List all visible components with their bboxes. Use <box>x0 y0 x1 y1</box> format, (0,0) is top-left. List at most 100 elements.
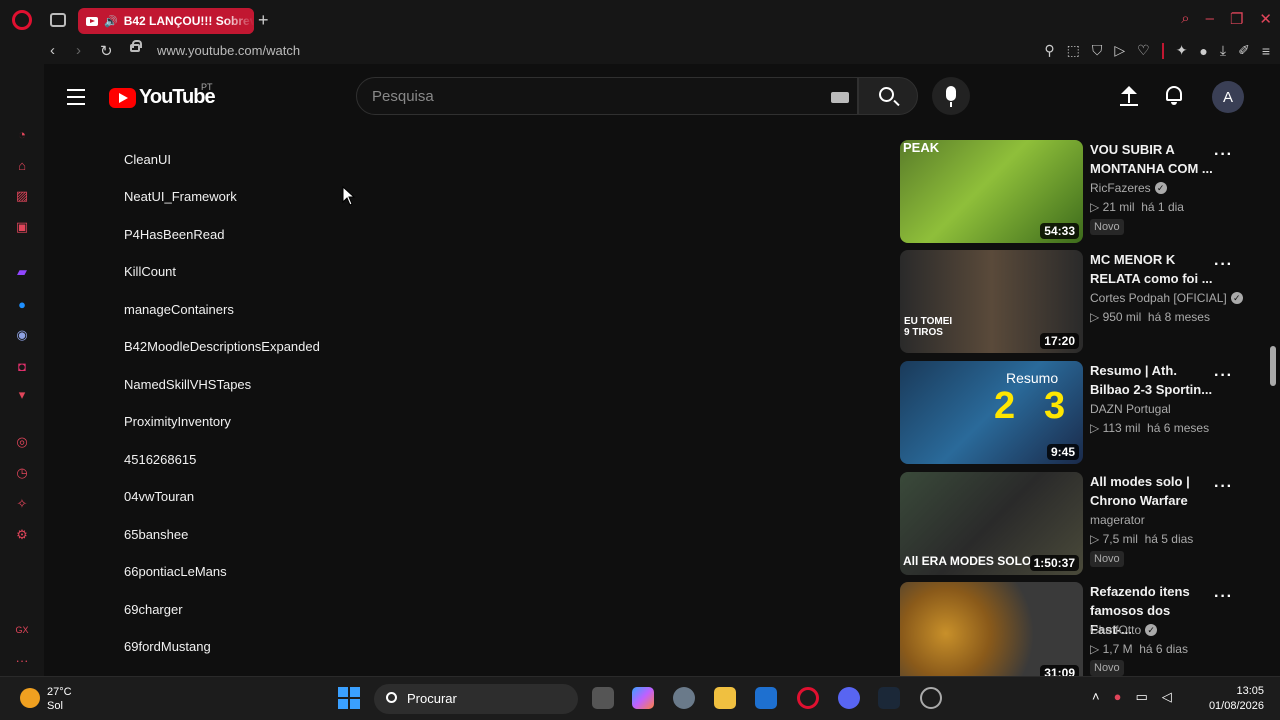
video-thumbnail[interactable]: PEAK 54:33 <box>900 140 1083 243</box>
views: 7,5 mil <box>1102 532 1138 546</box>
discord-icon[interactable]: ◉ <box>14 327 30 343</box>
settings-icon[interactable]: ⚙ <box>14 527 30 543</box>
scrollbar-thumb[interactable] <box>1270 346 1276 386</box>
audio-playing-icon[interactable]: 🔊 <box>104 15 118 28</box>
maximize-icon[interactable]: ❐ <box>1230 10 1243 28</box>
forward-icon[interactable]: › <box>76 42 81 59</box>
youtube-logo[interactable]: YouTube PT <box>109 82 216 109</box>
recommended-video[interactable]: All ERA MODES SOLO 1:50:37 All modes sol… <box>900 472 1250 575</box>
recommended-video[interactable]: Resumo 2 3 9:45 Resumo | Ath. Bilbao 2-3… <box>900 361 1250 464</box>
heart-icon[interactable]: ♡ <box>1137 42 1150 59</box>
upload-icon[interactable] <box>1118 84 1140 108</box>
youtube-play-icon <box>109 87 136 108</box>
video-title[interactable]: Resumo | Ath. Bilbao 2-3 Sportin... <box>1090 361 1214 399</box>
recommended-video[interactable]: PEAK 54:33 VOU SUBIR A MONTANHA COM ... … <box>900 140 1250 243</box>
snapshot-icon[interactable]: ⬚ <box>1067 42 1080 59</box>
extensions-icon[interactable]: ✦ <box>1176 42 1188 59</box>
recommended-video[interactable]: 31:09 Refazendo itens famosos dos Fast-.… <box>900 582 1250 676</box>
hamburger-menu-icon[interactable] <box>67 89 85 110</box>
task-view-icon[interactable] <box>592 687 614 709</box>
notifications-bell-icon[interactable] <box>1164 84 1184 106</box>
shopping-icon[interactable]: ⌂ <box>14 157 30 173</box>
volume-icon[interactable]: ◁ <box>1162 689 1172 705</box>
video-title[interactable]: MC MENOR K RELATA como foi ... <box>1090 250 1214 288</box>
opera-gx-taskbar-icon[interactable] <box>797 687 819 709</box>
copilot-icon[interactable] <box>632 687 654 709</box>
more-options-icon[interactable]: ··· <box>1214 146 1233 164</box>
clock[interactable]: 13:05 01/08/2026 <box>1204 684 1264 714</box>
recommended-video[interactable]: EU TOMEI 9 TIROS 17:20 MC MENOR K RELATA… <box>900 250 1250 353</box>
avatar[interactable]: A <box>1212 81 1244 113</box>
network-icon[interactable]: ▭ <box>1135 689 1147 705</box>
start-icon[interactable] <box>338 687 360 709</box>
more-options-icon[interactable]: ··· <box>1214 478 1233 496</box>
extensions-sidebar-icon[interactable]: ✧ <box>14 496 30 512</box>
download-icon[interactable]: ⤓ <box>1220 42 1226 59</box>
voice-search-button[interactable] <box>932 77 970 115</box>
shield-icon[interactable]: ⛉ <box>1092 42 1103 59</box>
menu-icon[interactable]: ≡ <box>1262 43 1270 59</box>
back-icon[interactable]: ‹ <box>50 42 55 59</box>
minimize-icon[interactable]: – <box>1206 10 1214 28</box>
mail-icon[interactable] <box>755 687 777 709</box>
workspace-icon[interactable] <box>50 13 66 27</box>
pin-icon[interactable]: ⚲ <box>1044 42 1054 59</box>
sun-icon[interactable] <box>20 688 40 708</box>
new-tab-button[interactable]: + <box>258 10 269 31</box>
more-options-icon[interactable]: ··· <box>1214 367 1233 385</box>
channel-name[interactable]: CheffOtto ✓ <box>1090 623 1158 637</box>
opera-sidebar: ◔ ⌂ ▨ ▣ ▰ ● ◉ ◘ ▾ ◎ ◷ ✧ ⚙ GX ··· <box>0 64 44 676</box>
settings-app-icon[interactable] <box>673 687 695 709</box>
instagram-icon[interactable]: ◘ <box>14 358 30 374</box>
browser-tab[interactable]: 🔊 B42 LANÇOU!!! Sobrevi <box>78 8 254 34</box>
url-field[interactable]: www.youtube.com/watch <box>157 43 300 58</box>
opera-logo-icon[interactable] <box>12 10 32 30</box>
page-scrollbar[interactable] <box>1268 70 1278 674</box>
video-thumbnail[interactable]: 31:09 <box>900 582 1083 676</box>
profile-icon[interactable]: ● <box>1199 43 1207 59</box>
microphone-tray-icon[interactable]: ● <box>1114 689 1122 705</box>
weather-widget[interactable]: 27°C Sol <box>47 685 72 713</box>
gx-icon[interactable]: GX <box>14 622 30 638</box>
video-title[interactable]: All modes solo | Chrono Warfare <box>1090 472 1214 510</box>
channel-name[interactable]: magerator <box>1090 513 1145 527</box>
list-item: 4516268615 <box>124 452 197 467</box>
score-right: 3 <box>1044 385 1066 427</box>
player-icon[interactable]: ◎ <box>14 434 30 450</box>
ublock-icon[interactable]: ▾ <box>14 387 30 403</box>
gmail-icon[interactable]: ▣ <box>14 219 30 235</box>
search-input[interactable]: Pesquisa <box>356 77 858 115</box>
history-icon[interactable]: ◷ <box>14 465 30 481</box>
channel-name[interactable]: RicFazeres ✓ <box>1090 181 1167 195</box>
taskbar-search[interactable]: Procurar <box>374 684 578 714</box>
close-icon[interactable]: ✕ <box>1259 10 1272 28</box>
channel-name[interactable]: Cortes Podpah [OFICIAL] ✓ <box>1090 291 1243 305</box>
keyboard-icon[interactable] <box>831 92 849 103</box>
search-button[interactable] <box>858 77 918 115</box>
steam-icon[interactable] <box>878 687 900 709</box>
chevron-up-icon[interactable]: ˄ <box>1092 689 1100 705</box>
aria-icon[interactable]: ◔ <box>14 126 30 142</box>
ai-icon[interactable]: ✐ <box>1238 42 1250 59</box>
search-icon[interactable]: ⌕ <box>1181 10 1189 28</box>
discord-taskbar-icon[interactable] <box>838 687 860 709</box>
music-icon[interactable]: ▨ <box>14 188 30 204</box>
twitch-icon[interactable]: ▰ <box>14 264 30 280</box>
video-duration: 31:09 <box>1040 665 1079 676</box>
more-options-icon[interactable]: ··· <box>1214 588 1233 606</box>
search-icon <box>386 692 397 703</box>
video-title[interactable]: VOU SUBIR A MONTANHA COM ... <box>1090 140 1214 178</box>
reload-icon[interactable]: ↻ <box>100 42 113 60</box>
video-thumbnail[interactable]: EU TOMEI 9 TIROS 17:20 <box>900 250 1083 353</box>
more-icon[interactable]: ··· <box>14 652 30 668</box>
file-explorer-icon[interactable] <box>714 687 736 709</box>
messenger-icon[interactable]: ● <box>14 296 30 312</box>
more-options-icon[interactable]: ··· <box>1214 256 1233 274</box>
video-thumbnail[interactable]: All ERA MODES SOLO 1:50:37 <box>900 472 1083 575</box>
address-bar: ‹ › ↻ www.youtube.com/watch ⚲ ⬚ ⛉ ▷ ♡ ✦ … <box>0 40 1280 64</box>
app-icon[interactable] <box>920 687 942 709</box>
channel-name[interactable]: DAZN Portugal <box>1090 402 1171 416</box>
video-thumbnail[interactable]: Resumo 2 3 9:45 <box>900 361 1083 464</box>
play-icon[interactable]: ▷ <box>1114 42 1125 59</box>
lock-icon[interactable] <box>130 40 142 52</box>
